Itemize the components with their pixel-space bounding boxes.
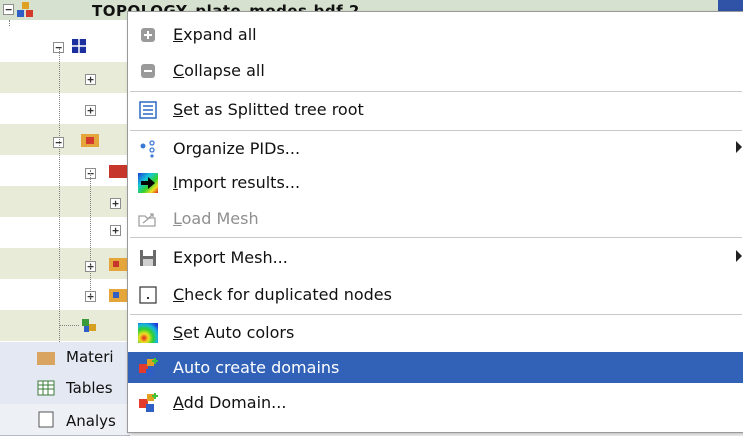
document-icon [38,411,54,428]
tree-connector [59,325,79,326]
tree-row[interactable]: + [0,217,130,248]
material-icon [37,352,55,365]
tree-row[interactable]: + [0,279,130,310]
tree-row[interactable]: + [0,248,130,279]
menu-item-label: Organize PIDs... [173,139,301,158]
menu-item-label: Collapse all [173,61,265,80]
tree-row[interactable]: + [0,62,130,93]
menu-item-set-split-tree-root[interactable]: Set as Splitted tree root [128,94,743,125]
menu-item-set-auto-colors[interactable]: Set Auto colors [128,317,743,348]
tree-row[interactable]: − [0,31,130,62]
sidebar-item-label: Analys [66,412,116,430]
menu-item-label: Check for duplicated nodes [173,285,392,304]
context-menu: Expand all Collapse all Set as Splitted … [127,11,743,433]
menu-separator [130,91,742,92]
organize-pids-icon [138,139,158,159]
collapse-toggle-icon[interactable]: − [3,4,14,15]
sidebar-item-materials[interactable]: Materi [0,342,130,374]
grid-icon [72,39,86,53]
menu-separator [130,130,742,131]
tree-connector [90,170,91,300]
expand-toggle-icon[interactable]: + [85,105,96,116]
menu-separator [130,237,742,238]
puzzle-icon [82,319,96,332]
tree-row[interactable]: − [0,124,130,155]
menu-item-label: Set as Splitted tree root [173,100,364,119]
sidebar-item-label: Tables [66,379,113,397]
menu-item-collapse-all[interactable]: Collapse all [128,55,743,86]
menu-item-label: Add Domain... [173,393,287,412]
menu-item-label: Expand all [173,25,257,44]
tree-connector [59,48,60,344]
expand-toggle-icon[interactable]: + [110,198,121,209]
menu-item-add-domain[interactable]: Add Domain... [128,387,743,418]
menu-item-label: Set Auto colors [173,323,295,342]
sidebar-item-tables[interactable]: Tables [0,373,130,405]
import-arrow-icon [138,173,158,193]
part-icon [81,134,99,147]
part-icon [109,289,127,302]
collapse-all-icon [138,61,158,81]
tree-row[interactable]: + [0,186,130,217]
menu-item-import-results[interactable]: Import results... [128,167,743,198]
tree-row[interactable]: − [0,155,130,186]
table-icon [37,380,55,396]
floppy-disk-icon [138,248,158,268]
sidebar-item-label: Materi [66,348,114,366]
expand-toggle-icon[interactable]: + [85,74,96,85]
duplicate-nodes-icon [138,285,158,305]
menu-item-expand-all[interactable]: Expand all [128,19,743,50]
submenu-arrow-icon [736,141,742,153]
menu-separator [130,314,742,315]
menu-item-check-duplicated-nodes[interactable]: Check for duplicated nodes [128,279,743,310]
tree-connector [9,20,10,26]
menu-item-auto-create-domains[interactable]: Auto create domains [128,352,743,383]
auto-domains-icon [138,358,158,378]
expand-all-icon [138,25,158,45]
menu-item-export-mesh[interactable]: Export Mesh... [128,242,743,273]
menu-item-label: Load Mesh [173,209,259,228]
screen: − TOPOLOGY_plate_modes.bdf 2 − + + − [0,0,743,436]
menu-item-label: Export Mesh... [173,248,288,267]
menu-item-label: Import results... [173,173,301,192]
add-domain-icon [138,393,158,413]
tree-row[interactable]: + [0,93,130,124]
topology-icon [17,2,33,17]
part-icon [109,258,127,271]
color-gradient-icon [138,323,158,343]
part-icon [109,165,127,178]
split-tree-icon [138,100,158,120]
submenu-arrow-icon [736,250,742,262]
expand-toggle-icon[interactable]: + [110,225,121,236]
menu-item-load-mesh[interactable]: Load Mesh [128,203,743,234]
menu-item-label: Auto create domains [173,358,340,377]
sidebar-item-analyses[interactable]: Analys [0,404,130,436]
menu-item-organize-pids[interactable]: Organize PIDs... [128,133,743,164]
load-mesh-icon [138,209,158,229]
